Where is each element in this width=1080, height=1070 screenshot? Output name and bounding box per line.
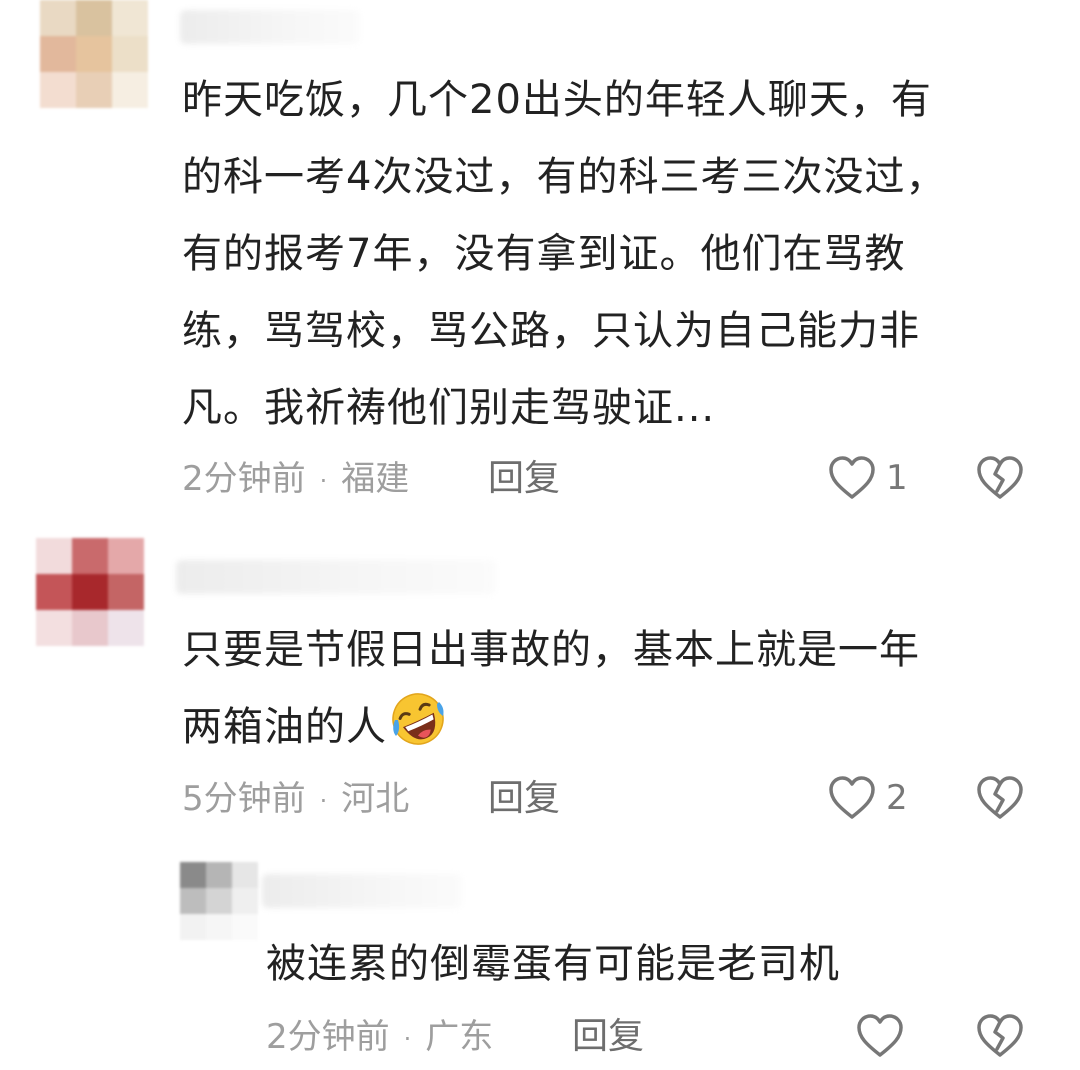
comment-list: 昨天吃饭，几个20出头的年轻人聊天，有 的科一考4次没过，有的科三考三次没过， … [0, 0, 1080, 1070]
dislike-button[interactable] [976, 770, 1024, 826]
username[interactable] [180, 10, 360, 44]
separator: · [319, 786, 328, 815]
heart-icon [829, 456, 875, 499]
like-count: 1 [886, 458, 908, 498]
avatar[interactable] [40, 0, 148, 108]
heart-icon [857, 1014, 903, 1057]
comment-text: 被连累的倒霉蛋有可能是老司机 [266, 941, 840, 987]
comment-meta: 2分钟前 · 广东 [266, 1012, 493, 1062]
comment-time: 2分钟前 [266, 1017, 390, 1057]
comment-meta: 2分钟前 · 福建 [182, 454, 409, 504]
like-button[interactable]: 1 [828, 450, 908, 506]
reply-button[interactable]: 回复 [488, 454, 560, 504]
broken-heart-icon [977, 456, 1023, 499]
dislike-button[interactable] [976, 450, 1024, 506]
comment-time: 5分钟前 [182, 779, 306, 819]
comment-location: 河北 [341, 779, 410, 819]
dislike-button[interactable] [976, 1008, 1024, 1064]
separator: · [403, 1024, 412, 1053]
username[interactable] [262, 874, 462, 908]
avatar[interactable] [36, 538, 144, 646]
comment-location: 福建 [341, 459, 410, 499]
like-button[interactable] [856, 1008, 904, 1064]
broken-heart-icon [977, 1014, 1023, 1057]
comment-time: 2分钟前 [182, 459, 306, 499]
like-count: 2 [886, 778, 908, 818]
username[interactable] [176, 560, 496, 594]
reply-button[interactable]: 回复 [488, 774, 560, 824]
like-button[interactable]: 2 [828, 770, 908, 826]
avatar[interactable] [180, 862, 258, 940]
heart-icon [829, 776, 875, 819]
reply-button[interactable]: 回复 [572, 1012, 644, 1062]
comment-text: 只要是节假日出事故的，基本上就是一年 两箱油的人 [182, 612, 920, 766]
comment-location: 广东 [425, 1017, 494, 1057]
broken-heart-icon [977, 776, 1023, 819]
comment-text: 昨天吃饭，几个20出头的年轻人聊天，有 的科一考4次没过，有的科三考三次没过， … [182, 77, 947, 431]
comment-meta: 5分钟前 · 河北 [182, 774, 409, 824]
rolling-on-floor-laughing-emoji [392, 693, 444, 745]
separator: · [319, 466, 328, 495]
